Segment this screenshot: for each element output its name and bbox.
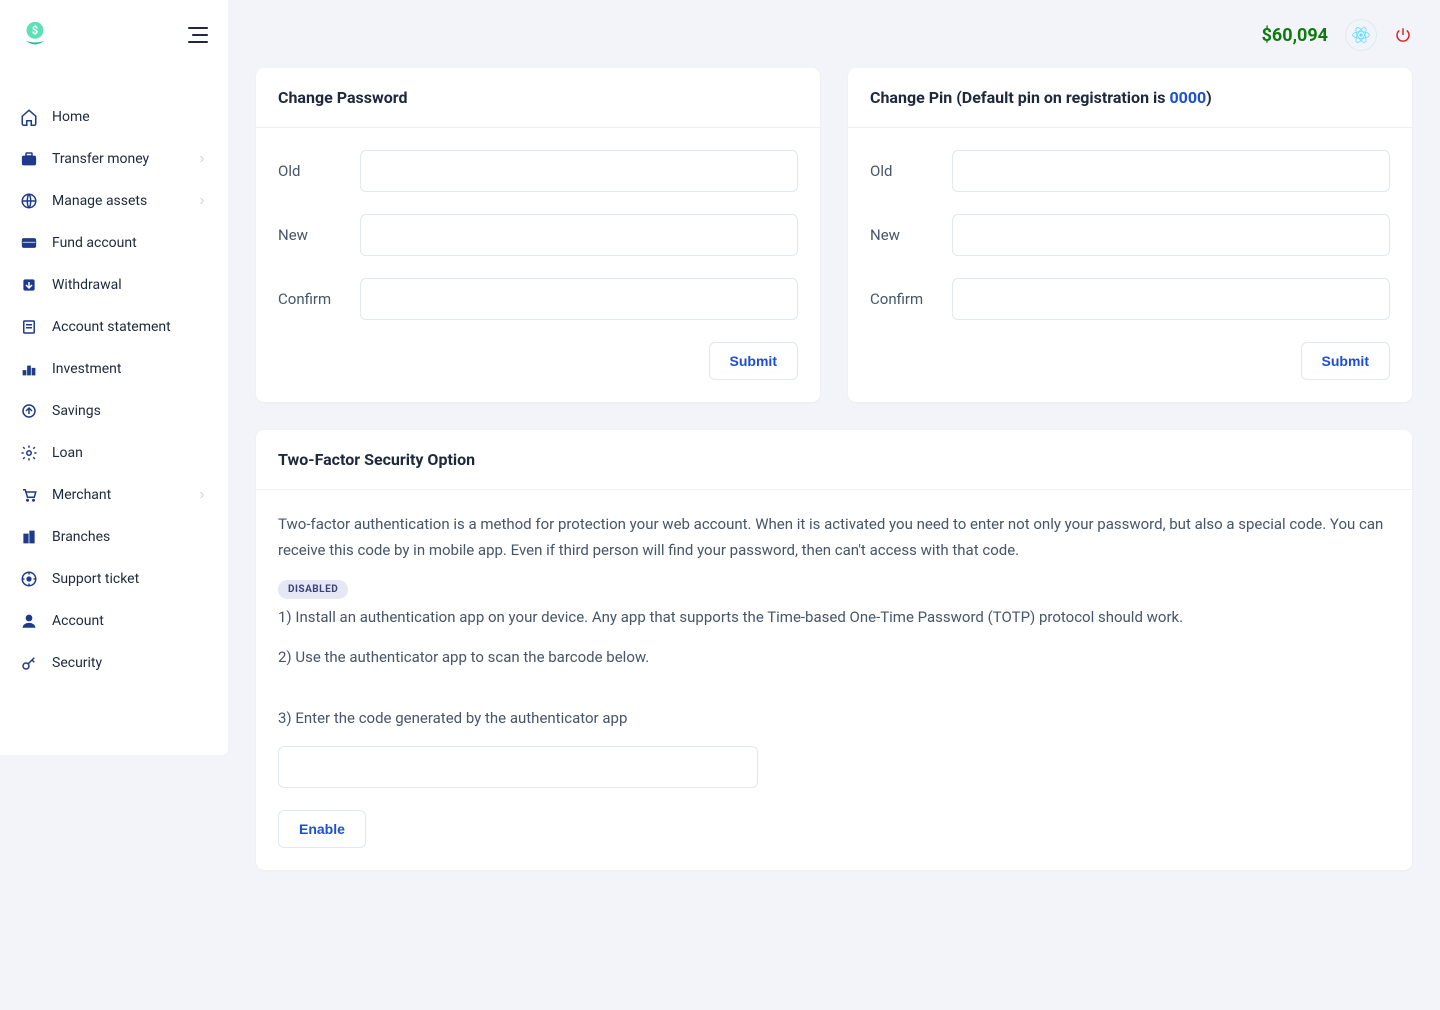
old-pin-input[interactable] [952,150,1390,192]
twofa-step-2: 2) Use the authenticator app to scan the… [278,645,1390,671]
new-password-input[interactable] [360,214,798,256]
content: Change Password Old New Confirm [228,58,1440,898]
sidebar-item-transfer-money[interactable]: Transfer money [0,138,228,180]
balance-display: $60,094 [1262,25,1328,46]
card-header: Change Pin (Default pin on registration … [848,68,1412,128]
enable-twofa-button[interactable]: Enable [278,810,366,848]
sidebar-item-branches[interactable]: Branches [0,516,228,558]
svg-text:$: $ [32,24,38,37]
old-pin-label: Old [870,162,952,180]
twofa-card: Two-Factor Security Option Two-factor au… [256,430,1412,870]
credit-card-icon [20,234,38,252]
card-title: Change Pin (Default pin on registration … [870,88,1390,107]
sidebar-item-label: Fund account [52,235,208,251]
confirm-password-input[interactable] [360,278,798,320]
sidebar-header: $ [0,20,228,66]
confirm-pin-label: Confirm [870,290,952,308]
old-password-label: Old [278,162,360,180]
new-pin-input[interactable] [952,214,1390,256]
chevron-right-icon [196,489,208,501]
sidebar-item-label: Support ticket [52,571,208,587]
sidebar-item-label: Branches [52,529,208,545]
sidebar-item-investment[interactable]: Investment [0,348,228,390]
sidebar-item-manage-assets[interactable]: Manage assets [0,180,228,222]
sidebar-item-label: Account [52,613,208,629]
support-icon [20,570,38,588]
sidebar-item-label: Account statement [52,319,208,335]
sidebar-item-withdrawal[interactable]: Withdrawal [0,264,228,306]
home-icon [20,108,38,126]
confirm-pin-input[interactable] [952,278,1390,320]
new-password-label: New [278,226,360,244]
new-pin-label: New [870,226,952,244]
submit-pin-button[interactable]: Submit [1301,342,1390,380]
power-icon[interactable] [1394,26,1412,44]
submit-password-button[interactable]: Submit [709,342,798,380]
logo[interactable]: $ [20,20,50,50]
sidebar-item-label: Savings [52,403,208,419]
card-title: Change Password [278,88,798,107]
sidebar-item-label: Loan [52,445,208,461]
building-icon [20,528,38,546]
sidebar-item-label: Merchant [52,487,196,503]
sidebar-item-label: Home [52,109,208,125]
chevron-right-icon [196,195,208,207]
user-icon [20,612,38,630]
change-pin-card: Change Pin (Default pin on registration … [848,68,1412,402]
twofa-code-input[interactable] [278,746,758,788]
main: $60,094 Change Password [228,0,1440,1010]
sidebar: $ Home Transfer money [0,0,228,755]
card-header: Two-Factor Security Option [256,430,1412,490]
confirm-password-label: Confirm [278,290,360,308]
sidebar-item-support-ticket[interactable]: Support ticket [0,558,228,600]
menu-toggle-icon[interactable] [188,27,208,43]
chevron-right-icon [196,153,208,165]
chart-bar-icon [20,360,38,378]
sidebar-item-security[interactable]: Security [0,642,228,684]
topbar: $60,094 [228,0,1440,58]
withdrawal-icon [20,276,38,294]
twofa-description: Two-factor authentication is a method fo… [278,512,1390,563]
card-header: Change Password [256,68,820,128]
sidebar-item-loan[interactable]: Loan [0,432,228,474]
sidebar-item-merchant[interactable]: Merchant [0,474,228,516]
sidebar-item-label: Transfer money [52,151,196,167]
twofa-step-3: 3) Enter the code generated by the authe… [278,706,1390,732]
atom-icon[interactable] [1346,20,1376,50]
sidebar-item-label: Security [52,655,208,671]
card-title: Two-Factor Security Option [278,450,1390,469]
status-badge: DISABLED [278,580,348,599]
document-icon [20,318,38,336]
savings-icon [20,402,38,420]
twofa-step-1: 1) Install an authentication app on your… [278,605,1390,631]
change-password-card: Change Password Old New Confirm [256,68,820,402]
sidebar-item-account-statement[interactable]: Account statement [0,306,228,348]
sidebar-item-home[interactable]: Home [0,96,228,138]
globe-icon [20,192,38,210]
sidebar-item-label: Investment [52,361,208,377]
cart-icon [20,486,38,504]
sidebar-item-label: Manage assets [52,193,196,209]
sidebar-item-savings[interactable]: Savings [0,390,228,432]
key-icon [20,654,38,672]
sidebar-item-label: Withdrawal [52,277,208,293]
gear-icon [20,444,38,462]
nav: Home Transfer money Manage assets [0,66,228,684]
sidebar-item-account[interactable]: Account [0,600,228,642]
sidebar-item-fund-account[interactable]: Fund account [0,222,228,264]
old-password-input[interactable] [360,150,798,192]
briefcase-icon [20,150,38,168]
